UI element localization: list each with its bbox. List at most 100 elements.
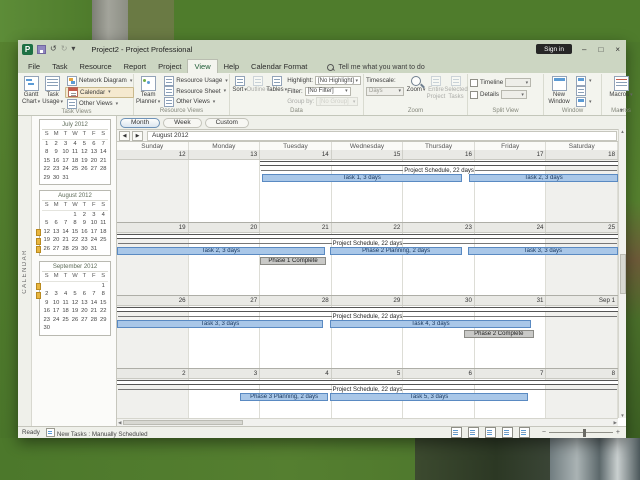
zoom-in-icon[interactable]: + — [616, 429, 620, 437]
mini-calendar-day[interactable] — [42, 282, 51, 291]
mini-calendar-day[interactable] — [80, 174, 89, 183]
date-cell[interactable]: 23 — [403, 223, 475, 232]
mini-calendar-day[interactable] — [70, 282, 79, 291]
mini-calendar-day[interactable]: 23 — [42, 316, 51, 325]
mini-calendar-day[interactable]: 18 — [99, 228, 108, 237]
timeline-toggle[interactable]: Timeline ▾ — [470, 78, 531, 87]
mini-calendar-day[interactable]: 10 — [89, 219, 98, 228]
group-by-dropdown[interactable]: [No Group]▾ — [316, 97, 358, 106]
mini-calendar-day[interactable] — [51, 211, 60, 220]
mini-calendar-day[interactable]: 12 — [42, 228, 51, 237]
close-button[interactable]: × — [615, 45, 620, 54]
mini-calendar-day[interactable]: 17 — [51, 307, 60, 316]
calendar-view-button[interactable]: Calendar▾ — [65, 87, 134, 98]
resource-sheet-button[interactable]: Resource Sheet▾ — [162, 87, 230, 96]
mini-calendar-day[interactable]: 2 — [42, 290, 51, 299]
mini-calendar-day[interactable]: 4 — [61, 290, 70, 299]
mini-calendar-day[interactable]: 22 — [42, 165, 51, 174]
timeline-dropdown[interactable]: ▾ — [505, 78, 531, 87]
mini-calendar-day[interactable]: 30 — [51, 174, 60, 183]
mini-calendar-day[interactable]: 2 — [80, 211, 89, 220]
scroll-left-icon[interactable]: ◀ — [118, 420, 121, 426]
date-cell[interactable]: 22 — [332, 223, 404, 232]
mini-calendar-day[interactable] — [99, 245, 108, 254]
mini-calendar-day[interactable]: 28 — [61, 245, 70, 254]
sign-in-button[interactable]: Sign in — [536, 44, 572, 54]
task-usage-button[interactable]: Task Usage▾ — [42, 75, 63, 105]
mini-calendar-day[interactable]: 6 — [80, 290, 89, 299]
mini-calendar-day[interactable] — [89, 324, 98, 333]
mini-calendar-day[interactable]: 25 — [70, 165, 79, 174]
zoom-out-icon[interactable]: − — [542, 429, 546, 437]
mini-calendar-day[interactable]: 17 — [89, 228, 98, 237]
hide-window-button[interactable]: ▾ — [574, 97, 594, 106]
mini-calendar-day[interactable]: 31 — [61, 174, 70, 183]
view-shortcut-resource-sheet-icon[interactable] — [502, 427, 513, 438]
mini-calendar-day[interactable]: 15 — [70, 228, 79, 237]
view-shortcut-task-usage-icon[interactable] — [468, 427, 479, 438]
maximize-button[interactable]: □ — [598, 45, 603, 54]
mini-calendar-day[interactable]: 14 — [99, 148, 108, 157]
mini-calendar-day[interactable]: 18 — [61, 307, 70, 316]
scroll-right-icon[interactable]: ▶ — [614, 420, 617, 426]
mini-calendar-day[interactable]: 17 — [61, 157, 70, 166]
date-cell[interactable]: 12 — [117, 150, 189, 159]
mini-calendar-day[interactable]: 7 — [61, 219, 70, 228]
date-cell[interactable]: 3 — [189, 369, 261, 378]
date-cell[interactable]: 2 — [117, 369, 189, 378]
date-cell[interactable]: 7 — [475, 369, 547, 378]
entire-project-button[interactable]: Entire Project — [427, 75, 445, 100]
date-cell[interactable]: 15 — [332, 150, 404, 159]
day-cell[interactable] — [117, 160, 189, 222]
mini-calendar-day[interactable]: 8 — [42, 148, 51, 157]
date-cell[interactable]: 6 — [403, 369, 475, 378]
outline-button[interactable]: Outline▾ — [249, 75, 266, 94]
ribbon-tab-task[interactable]: Task — [46, 60, 73, 74]
task-bar[interactable]: Phase 2 Planning, 2 days — [330, 247, 462, 255]
resource-usage-button[interactable]: Resource Usage▾ — [162, 76, 230, 85]
mini-calendar-day[interactable]: 19 — [80, 157, 89, 166]
highlight-control[interactable]: Highlight: [No Highlight]▾ — [287, 76, 361, 85]
vertical-scrollbar[interactable]: ▲ ▼ — [618, 129, 626, 418]
date-cell[interactable]: 30 — [403, 296, 475, 305]
mini-calendar-day[interactable]: 26 — [80, 165, 89, 174]
mini-calendar-day[interactable] — [61, 282, 70, 291]
zoom-button[interactable]: Zoom▾ — [407, 75, 425, 94]
mini-calendar-day[interactable]: 1 — [42, 140, 51, 149]
scroll-down-icon[interactable]: ▼ — [620, 413, 624, 418]
mini-calendar-1[interactable]: August 2012SMTWTFS1234567891011121314151… — [39, 190, 111, 256]
view-shortcut-team-planner-icon[interactable] — [485, 427, 496, 438]
mini-calendar-day[interactable]: 22 — [70, 236, 79, 245]
mini-calendar-day[interactable]: 24 — [61, 165, 70, 174]
details-toggle[interactable]: Details ▾ — [470, 90, 531, 99]
task-bar[interactable]: Task 1, 3 days — [262, 174, 462, 182]
day-cell[interactable] — [189, 160, 261, 222]
mini-calendar-day[interactable] — [61, 324, 70, 333]
mini-calendar-day[interactable]: 9 — [51, 148, 60, 157]
mini-calendar-day[interactable]: 3 — [89, 211, 98, 220]
vertical-scroll-thumb[interactable] — [620, 254, 626, 294]
mini-calendar-day[interactable]: 30 — [80, 245, 89, 254]
tell-me-box[interactable]: Tell me what you want to do — [327, 64, 424, 71]
ribbon-tab-calendar-format[interactable]: Calendar Format — [245, 60, 313, 74]
mini-calendar-day[interactable] — [89, 282, 98, 291]
task-bar[interactable]: Task 4, 3 days — [330, 320, 530, 328]
mini-calendar-day[interactable]: 31 — [89, 245, 98, 254]
switch-windows-button[interactable]: ▾ — [574, 76, 594, 85]
view-tab-custom[interactable]: Custom — [205, 118, 249, 128]
mini-calendar-day[interactable]: 24 — [51, 316, 60, 325]
mini-calendar-day[interactable] — [99, 324, 108, 333]
mini-calendar-day[interactable] — [80, 282, 89, 291]
milestone-bar[interactable]: Phase 2 Complete — [464, 330, 533, 338]
date-cell[interactable]: 16 — [403, 150, 475, 159]
other-views-button[interactable]: Other Views▾ — [65, 99, 134, 108]
mini-calendar-day[interactable] — [70, 174, 79, 183]
ribbon-tab-help[interactable]: Help — [218, 60, 245, 74]
mini-calendar-day[interactable]: 25 — [61, 316, 70, 325]
mini-calendar-day[interactable]: 14 — [61, 228, 70, 237]
date-cell[interactable]: 4 — [260, 369, 332, 378]
date-cell[interactable]: 29 — [332, 296, 404, 305]
mini-calendar-day[interactable] — [70, 324, 79, 333]
mini-calendar-day[interactable]: 16 — [80, 228, 89, 237]
mini-calendar-day[interactable]: 12 — [80, 148, 89, 157]
